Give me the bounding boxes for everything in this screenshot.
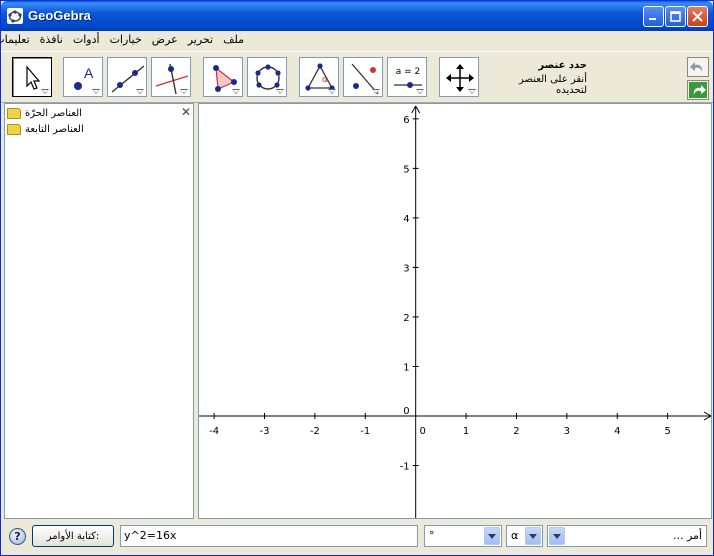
command-select-value: أمر ... <box>672 529 702 542</box>
geogebra-logo-icon <box>7 8 23 24</box>
tool-help-hint: أنقر على العنصر لتحديده <box>519 74 587 96</box>
tool-dropdown-icon <box>276 89 284 94</box>
tool-move-view[interactable] <box>439 57 479 97</box>
tool-dropdown-icon <box>136 89 144 94</box>
menu-view[interactable]: عرض <box>147 31 183 48</box>
x-tick-label: -4 <box>209 426 219 437</box>
y-tick-label: 0 <box>403 406 409 417</box>
free-objects-label: العناصر الحرّة <box>25 107 82 119</box>
tool-slider[interactable]: a = 2 <box>387 57 427 97</box>
y-tick-label: -1 <box>400 462 410 473</box>
menu-help[interactable]: تعليمات <box>0 31 35 48</box>
coordinate-axes: -4 -3 -2 -1 0 1 2 3 4 5 6 5 4 3 2 1 0 -1 <box>199 105 711 518</box>
y-tick-label: 5 <box>403 164 409 175</box>
tool-dropdown-icon <box>416 89 424 94</box>
close-button[interactable] <box>687 6 708 27</box>
dropdown-arrow-icon[interactable] <box>484 527 500 545</box>
svg-text:α: α <box>322 75 328 85</box>
tool-help-title: حدد عنصر <box>538 60 587 71</box>
tool-dropdown-icon <box>468 89 476 94</box>
folder-icon <box>7 107 21 119</box>
redo-icon <box>689 82 707 98</box>
close-icon <box>692 11 703 22</box>
title-bar[interactable]: GeoGebra <box>1 1 713 31</box>
y-tick-label: 2 <box>403 313 409 324</box>
input-field[interactable]: y^2=16x <box>120 525 418 547</box>
maximize-icon <box>670 11 681 22</box>
command-select[interactable]: أمر ... <box>547 525 707 547</box>
tool-polygon[interactable] <box>203 57 243 97</box>
minimize-button[interactable] <box>643 6 664 27</box>
x-tick-label: -2 <box>310 426 320 437</box>
y-tick-label: 3 <box>403 263 409 274</box>
y-tick-label: 1 <box>403 362 409 373</box>
tool-reflect[interactable] <box>343 57 383 97</box>
input-help-button[interactable]: ? <box>9 528 26 545</box>
redo-button[interactable] <box>687 80 709 100</box>
close-algebra-view-icon[interactable]: ✕ <box>181 105 191 119</box>
dropdown-arrow-icon[interactable] <box>549 527 565 545</box>
menu-bar: ملفتحريرعرضخياراتأدواتنافذةتعليمات <box>0 31 713 49</box>
tool-dropdown-icon <box>180 89 188 94</box>
undo-icon <box>690 62 703 72</box>
tool-line[interactable] <box>107 57 147 97</box>
y-tick-label: 6 <box>403 115 409 126</box>
menu-file[interactable]: ملف <box>218 31 249 48</box>
x-tick-label: 1 <box>463 426 469 437</box>
tool-dropdown-icon <box>372 89 380 94</box>
x-tick-label: 4 <box>614 426 620 437</box>
tool-move[interactable] <box>12 57 52 97</box>
x-tick-label: 2 <box>513 426 519 437</box>
algebra-view[interactable]: ✕ العناصر الحرّة العناصر التابعة <box>4 103 194 519</box>
free-objects-folder[interactable]: العناصر الحرّة <box>7 106 82 120</box>
tool-help-text: حدد عنصر أنقر على العنصر لتحديده <box>491 60 587 96</box>
maximize-button[interactable] <box>665 6 686 27</box>
dropdown-arrow-icon[interactable] <box>525 527 541 545</box>
tool-angle[interactable]: α <box>299 57 339 97</box>
tool-dropdown-icon <box>328 89 336 94</box>
menu-edit[interactable]: تحرير <box>183 31 218 48</box>
x-tick-label: 3 <box>564 426 570 437</box>
dependent-objects-folder[interactable]: العناصر التابعة <box>7 122 84 136</box>
svg-text:A: A <box>84 65 94 81</box>
dependent-objects-label: العناصر التابعة <box>25 123 84 135</box>
tool-dropdown-icon <box>232 89 240 94</box>
slider-label: a = 2 <box>395 67 421 77</box>
symbol-select[interactable]: ° <box>424 525 502 547</box>
input-bar: ? كتابة الأوامر: y^2=16x ° α أمر ... <box>1 521 713 555</box>
x-tick-label: 0 <box>419 426 425 437</box>
input-label-button[interactable]: كتابة الأوامر: <box>32 525 114 547</box>
tool-dropdown-icon <box>92 89 100 94</box>
tool-dropdown-icon <box>41 89 49 94</box>
toolbar: A α a = 2 حدد عنصر أنقر على العنصر لتحدي… <box>1 51 713 103</box>
symbol-select-value: ° <box>429 529 435 542</box>
menu-options[interactable]: خيارات <box>105 31 147 48</box>
greek-select[interactable]: α <box>506 525 543 547</box>
window-title: GeoGebra <box>28 8 91 23</box>
undo-button[interactable] <box>687 57 709 77</box>
menu-tools[interactable]: أدوات <box>68 31 105 48</box>
tool-perpendicular[interactable] <box>151 57 191 97</box>
greek-select-value: α <box>511 529 519 542</box>
graphics-view[interactable]: -4 -3 -2 -1 0 1 2 3 4 5 6 5 4 3 2 1 0 -1 <box>198 103 712 519</box>
x-tick-label: -1 <box>360 426 370 437</box>
x-tick-label: -3 <box>260 426 270 437</box>
tool-new-point[interactable]: A <box>63 57 103 97</box>
menu-window[interactable]: نافذة <box>35 31 68 48</box>
minimize-icon <box>649 18 656 20</box>
y-tick-label: 4 <box>403 214 409 225</box>
x-tick-label: 5 <box>664 426 670 437</box>
folder-icon <box>7 123 21 135</box>
tool-circle[interactable] <box>247 57 287 97</box>
app-window: GeoGebra ملفتحريرعرضخياراتأدواتنافذةتعلي… <box>0 0 714 556</box>
